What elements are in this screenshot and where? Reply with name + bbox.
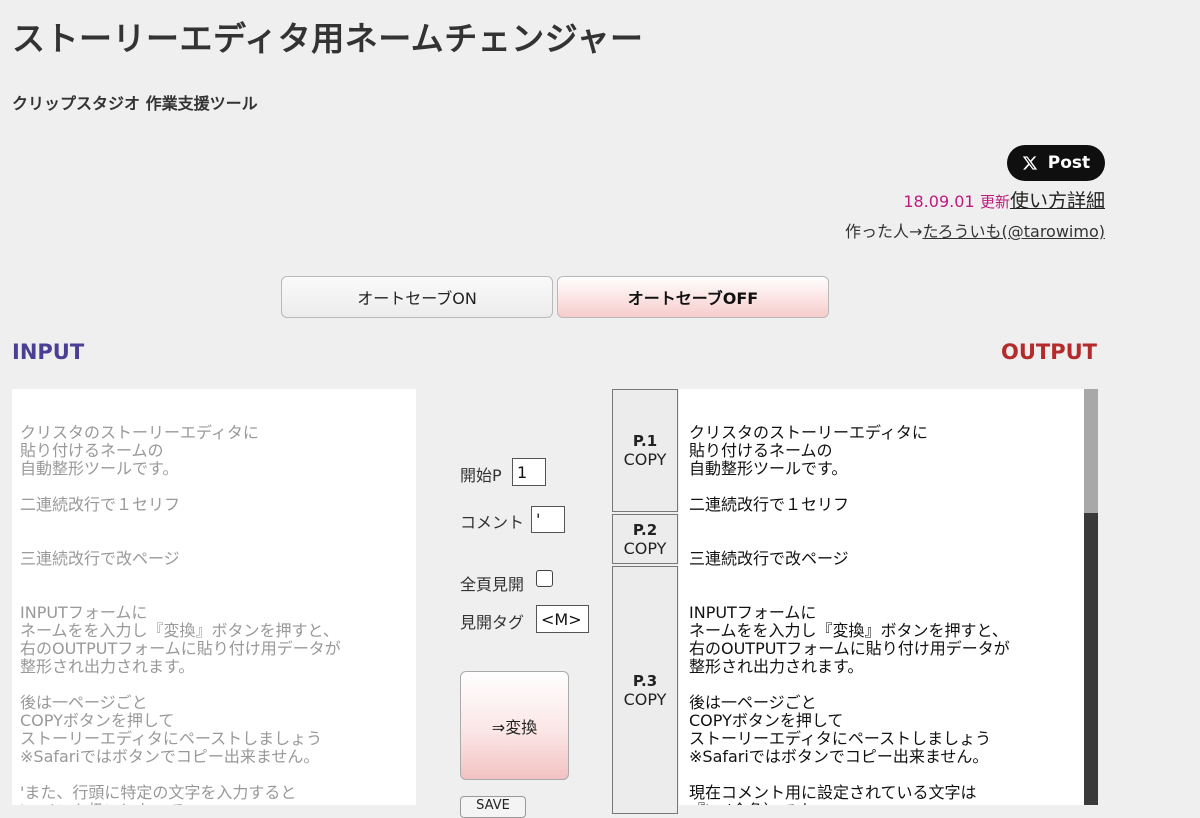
spread-tag-label: 見開タグ (460, 613, 525, 632)
update-info: 18.09.01 更新使い方詳細 (903, 186, 1105, 213)
copy-page-3-button[interactable]: P.3 COPY (612, 566, 678, 814)
page-title: ストーリーエディタ用ネームチェンジャー (12, 19, 644, 58)
update-date: 18.09.01 (903, 192, 975, 211)
start-page-input[interactable] (512, 458, 546, 486)
author-prefix: 作った人→ (845, 222, 923, 241)
x-logo-icon (1022, 156, 1037, 170)
copy-label: COPY (623, 689, 667, 709)
save-button[interactable]: SAVE (460, 796, 526, 818)
spread-all-label: 全頁見開 (460, 575, 525, 594)
copy-page-number: P.1 (632, 432, 658, 450)
convert-button[interactable]: ⇒変換 (460, 671, 569, 780)
output-text: クリスタのストーリーエディタに 貼り付けるネームの 自動整形ツールです。 二連続… (689, 423, 1010, 806)
author-link[interactable]: たろういも(@tarowimo) (922, 222, 1105, 241)
start-page-label: 開始P (460, 466, 502, 485)
copy-page-1-button[interactable]: P.1 COPY (612, 389, 678, 512)
update-word: 更新 (979, 193, 1010, 211)
page-subtitle: クリップスタジオ 作業支援ツール (12, 94, 258, 113)
input-heading: INPUT (12, 340, 85, 364)
x-post-label: Post (1047, 153, 1091, 173)
x-post-button[interactable]: Post (1007, 145, 1105, 181)
copy-page-number: P.3 (632, 671, 658, 690)
autosave-off-button[interactable]: オートセーブOFF (557, 276, 829, 318)
copy-label: COPY (623, 538, 667, 558)
author-info: 作った人→たろういも(@tarowimo) (845, 218, 1105, 242)
copy-page-number: P.2 (632, 520, 658, 539)
copy-page-2-button[interactable]: P.2 COPY (612, 514, 678, 564)
input-textarea[interactable]: クリスタのストーリーエディタに 貼り付けるネームの 自動整形ツールです。 二連続… (12, 389, 416, 805)
spread-tag-input[interactable] (536, 605, 589, 633)
output-scrollbar-thumb[interactable] (1084, 389, 1098, 513)
input-text: クリスタのストーリーエディタに 貼り付けるネームの 自動整形ツールです。 二連続… (20, 423, 341, 806)
autosave-on-button[interactable]: オートセーブON (281, 276, 553, 318)
comment-char-label: コメント (460, 513, 525, 532)
copy-label: COPY (623, 450, 667, 469)
spread-all-checkbox[interactable] (536, 570, 553, 587)
output-textarea[interactable]: クリスタのストーリーエディタに 貼り付けるネームの 自動整形ツールです。 二連続… (679, 389, 1084, 805)
output-heading: OUTPUT (1001, 340, 1097, 364)
comment-char-input[interactable] (531, 506, 565, 533)
usage-details-link[interactable]: 使い方詳細 (1010, 190, 1105, 212)
